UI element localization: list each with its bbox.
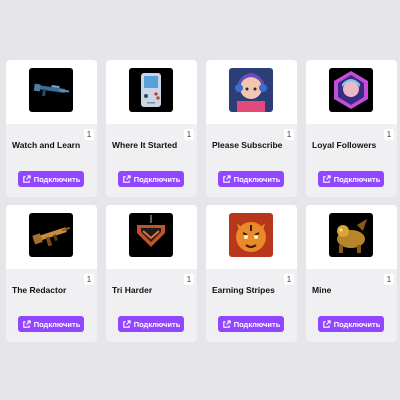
reward-title: Mine [312,285,332,295]
connect-button[interactable]: Подключить [218,316,284,332]
reward-title: Tri Harder [112,285,153,295]
connect-button-label: Подключить [33,319,81,329]
card-image-area [206,205,297,269]
external-link-icon [322,174,331,183]
reward-title: Please Subscribe [212,140,283,150]
reward-card: 1 Mine Подключить [306,205,397,342]
external-link-icon [122,174,131,183]
connect-button-label: Подключить [33,174,81,184]
card-image-area [206,60,297,124]
connect-button[interactable]: Подключить [18,171,84,187]
reward-count: 1 [84,129,94,140]
reward-card: 1 Earning Stripes Подключить [206,205,297,342]
reward-count: 1 [84,274,94,285]
connect-button[interactable]: Подключить [18,316,84,332]
reward-count: 1 [184,274,194,285]
card-image-area [106,205,197,269]
external-link-icon [222,319,231,328]
connect-button[interactable]: Подключить [318,171,384,187]
assault-rifle-icon [29,213,73,257]
connect-button-label: Подключить [133,174,181,184]
connect-button[interactable]: Подключить [318,316,384,332]
rifle-icon [29,68,73,112]
reward-count: 1 [384,129,394,140]
reward-title: Earning Stripes [212,285,275,295]
reward-card: 1 Tri Harder Подключить [106,205,197,342]
reward-count: 1 [284,129,294,140]
reward-title: Where It Started [112,140,178,150]
reward-title: Watch and Learn [12,140,81,150]
connect-button-label: Подключить [333,174,381,184]
card-image-area [6,60,97,124]
connect-button-label: Подключить [233,174,281,184]
reward-card: 1 Please Subscribe Подключить [206,60,297,197]
connect-button[interactable]: Подключить [218,171,284,187]
connect-button-label: Подключить [133,319,181,329]
reward-title: Loyal Followers [312,140,377,150]
reward-count: 1 [284,274,294,285]
gamer-girl-icon [229,68,273,112]
reward-card: 1 Loyal Followers Подключить [306,60,397,197]
external-link-icon [222,174,231,183]
reward-count: 1 [184,129,194,140]
chevron-charm-icon [129,213,173,257]
reward-count: 1 [384,274,394,285]
reward-grid: 1 Watch and Learn Подключить 1 Where It … [0,0,400,400]
connect-button-label: Подключить [233,319,281,329]
reward-card: 1 Where It Started Подключить [106,60,197,197]
hexagon-portrait-icon [329,68,373,112]
connect-button[interactable]: Подключить [118,171,184,187]
reward-title: The Redactor [12,285,67,295]
external-link-icon [122,319,131,328]
external-link-icon [22,319,31,328]
reward-card: 1 Watch and Learn Подключить [6,60,97,197]
connect-button-label: Подключить [333,319,381,329]
reward-card: 1 The Redactor Подключить [6,205,97,342]
card-image-area [306,205,397,269]
connect-button[interactable]: Подключить [118,316,184,332]
tiger-icon [229,213,273,257]
golden-creature-icon [329,213,373,257]
card-image-area [106,60,197,124]
gameboy-icon [129,68,173,112]
external-link-icon [22,174,31,183]
card-image-area [306,60,397,124]
external-link-icon [322,319,331,328]
card-image-area [6,205,97,269]
